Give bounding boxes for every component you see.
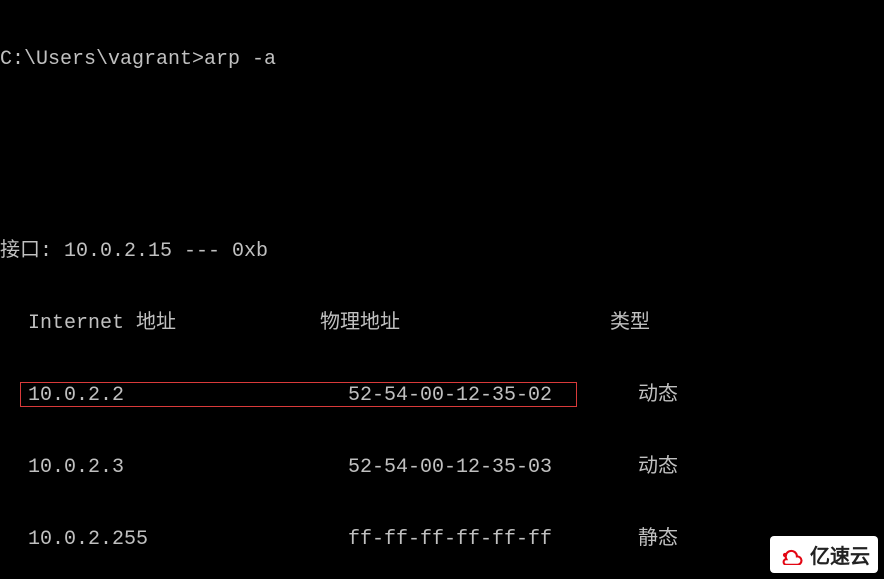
- terminal-output[interactable]: C:\Users\vagrant>arp -a 接口: 10.0.2.15 --…: [0, 0, 884, 579]
- prompt: C:\Users\vagrant>: [0, 48, 204, 72]
- arp-ip: 10.0.2.255: [28, 528, 348, 552]
- arp-row: 10.0.2.255ff-ff-ff-ff-ff-ff静态: [0, 528, 884, 552]
- blank: [0, 120, 884, 144]
- col-header-internet: Internet 地址: [0, 312, 320, 336]
- watermark-text: 亿速云: [810, 540, 870, 569]
- arp-ip: 10.0.2.3: [28, 456, 348, 480]
- command-text: arp -a: [204, 48, 276, 72]
- arp-ip: 10.0.2.2: [28, 384, 348, 408]
- arp-row: 10.0.2.352-54-00-12-35-03动态: [0, 456, 884, 480]
- arp-mac: ff-ff-ff-ff-ff-ff: [348, 528, 638, 552]
- interface-label: 接口: 10.0.2.15 --- 0xb: [0, 240, 884, 264]
- cloud-icon: [778, 545, 806, 565]
- arp-mac: 52-54-00-12-35-03: [348, 456, 638, 480]
- column-header: Internet 地址物理地址类型: [0, 312, 884, 336]
- watermark-logo: 亿速云: [770, 536, 878, 573]
- arp-type: 动态: [638, 456, 678, 480]
- arp-row: 10.0.2.252-54-00-12-35-02动态: [0, 384, 884, 408]
- arp-type: 静态: [638, 528, 678, 552]
- prompt-line: C:\Users\vagrant>arp -a: [0, 48, 884, 72]
- arp-type: 动态: [638, 384, 678, 408]
- col-header-physical: 物理地址: [320, 312, 610, 336]
- col-header-type: 类型: [610, 312, 650, 336]
- arp-mac: 52-54-00-12-35-02: [348, 384, 638, 408]
